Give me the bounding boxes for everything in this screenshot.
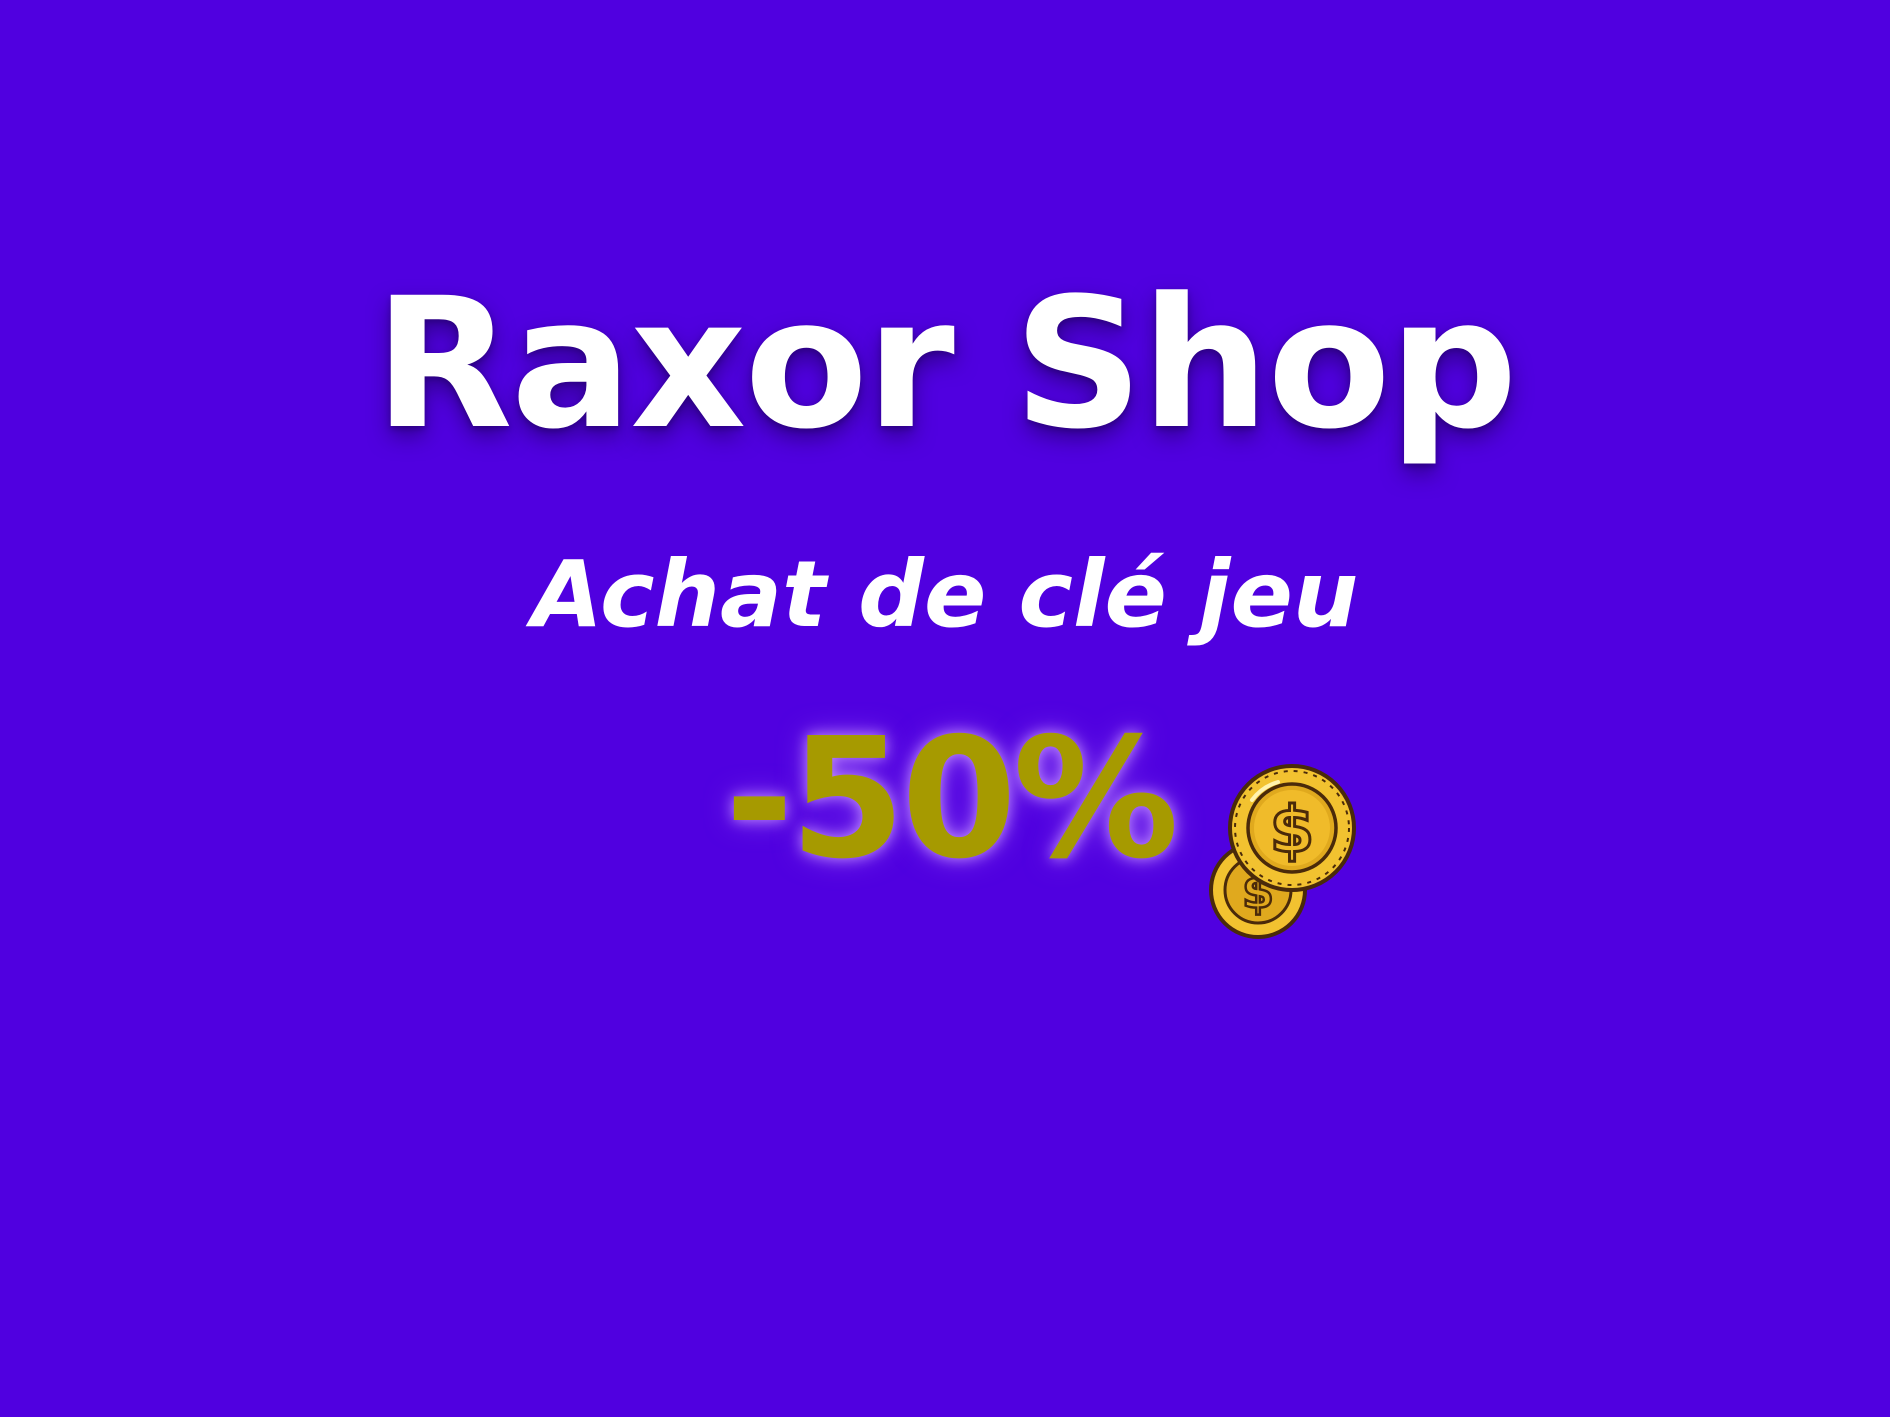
promo-banner: Raxor Shop Achat de clé jeu -50% $ $ xyxy=(0,0,1890,1417)
discount-badge: -50% xyxy=(724,703,1179,896)
tagline: Achat de clé jeu xyxy=(531,541,1359,648)
shop-title: Raxor Shop xyxy=(374,260,1518,469)
coins-icon: $ $ xyxy=(1209,764,1356,939)
svg-text:$: $ xyxy=(1270,794,1315,868)
front-coin-icon: $ xyxy=(1228,764,1356,892)
